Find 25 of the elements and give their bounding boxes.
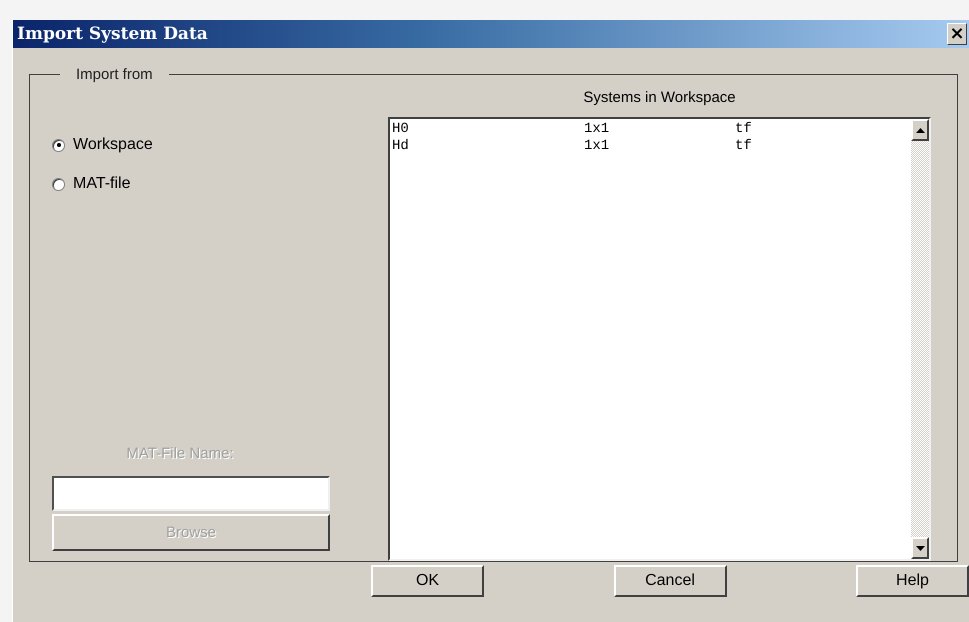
scroll-down-button[interactable] [911, 537, 929, 559]
source-radio[interactable]: Workspace [52, 133, 388, 157]
down-triangle-icon [916, 546, 924, 550]
up-triangle-icon [916, 128, 924, 132]
list-heading: Systems in Workspace [583, 89, 736, 106]
system-size: 1x1 [584, 138, 610, 155]
system-type: tf [735, 121, 753, 138]
window-title: Import System Data [17, 24, 208, 44]
radio-indicator[interactable] [52, 138, 65, 152]
dialog-button[interactable]: Help [856, 565, 969, 597]
system-size: 1x1 [584, 121, 610, 138]
system-type: tf [735, 138, 753, 155]
radio-label: Workspace [73, 136, 153, 154]
system-name: H0 [392, 121, 410, 138]
systems-list[interactable]: H0 1x1 tf Hd 1x1 tf [388, 117, 931, 561]
group-legend: Import from [60, 66, 169, 83]
radio-indicator[interactable] [52, 178, 65, 190]
radio-label: MAT-file [73, 175, 130, 193]
dialog-button[interactable]: Cancel [614, 565, 726, 597]
close-button[interactable]: × [947, 23, 967, 45]
dialog-button[interactable]: OK [371, 565, 484, 597]
scroll-up-button[interactable] [911, 119, 929, 141]
system-name: Hd [392, 138, 410, 155]
scrollbar[interactable] [911, 119, 929, 559]
source-radio[interactable]: MAT-file [52, 172, 388, 196]
